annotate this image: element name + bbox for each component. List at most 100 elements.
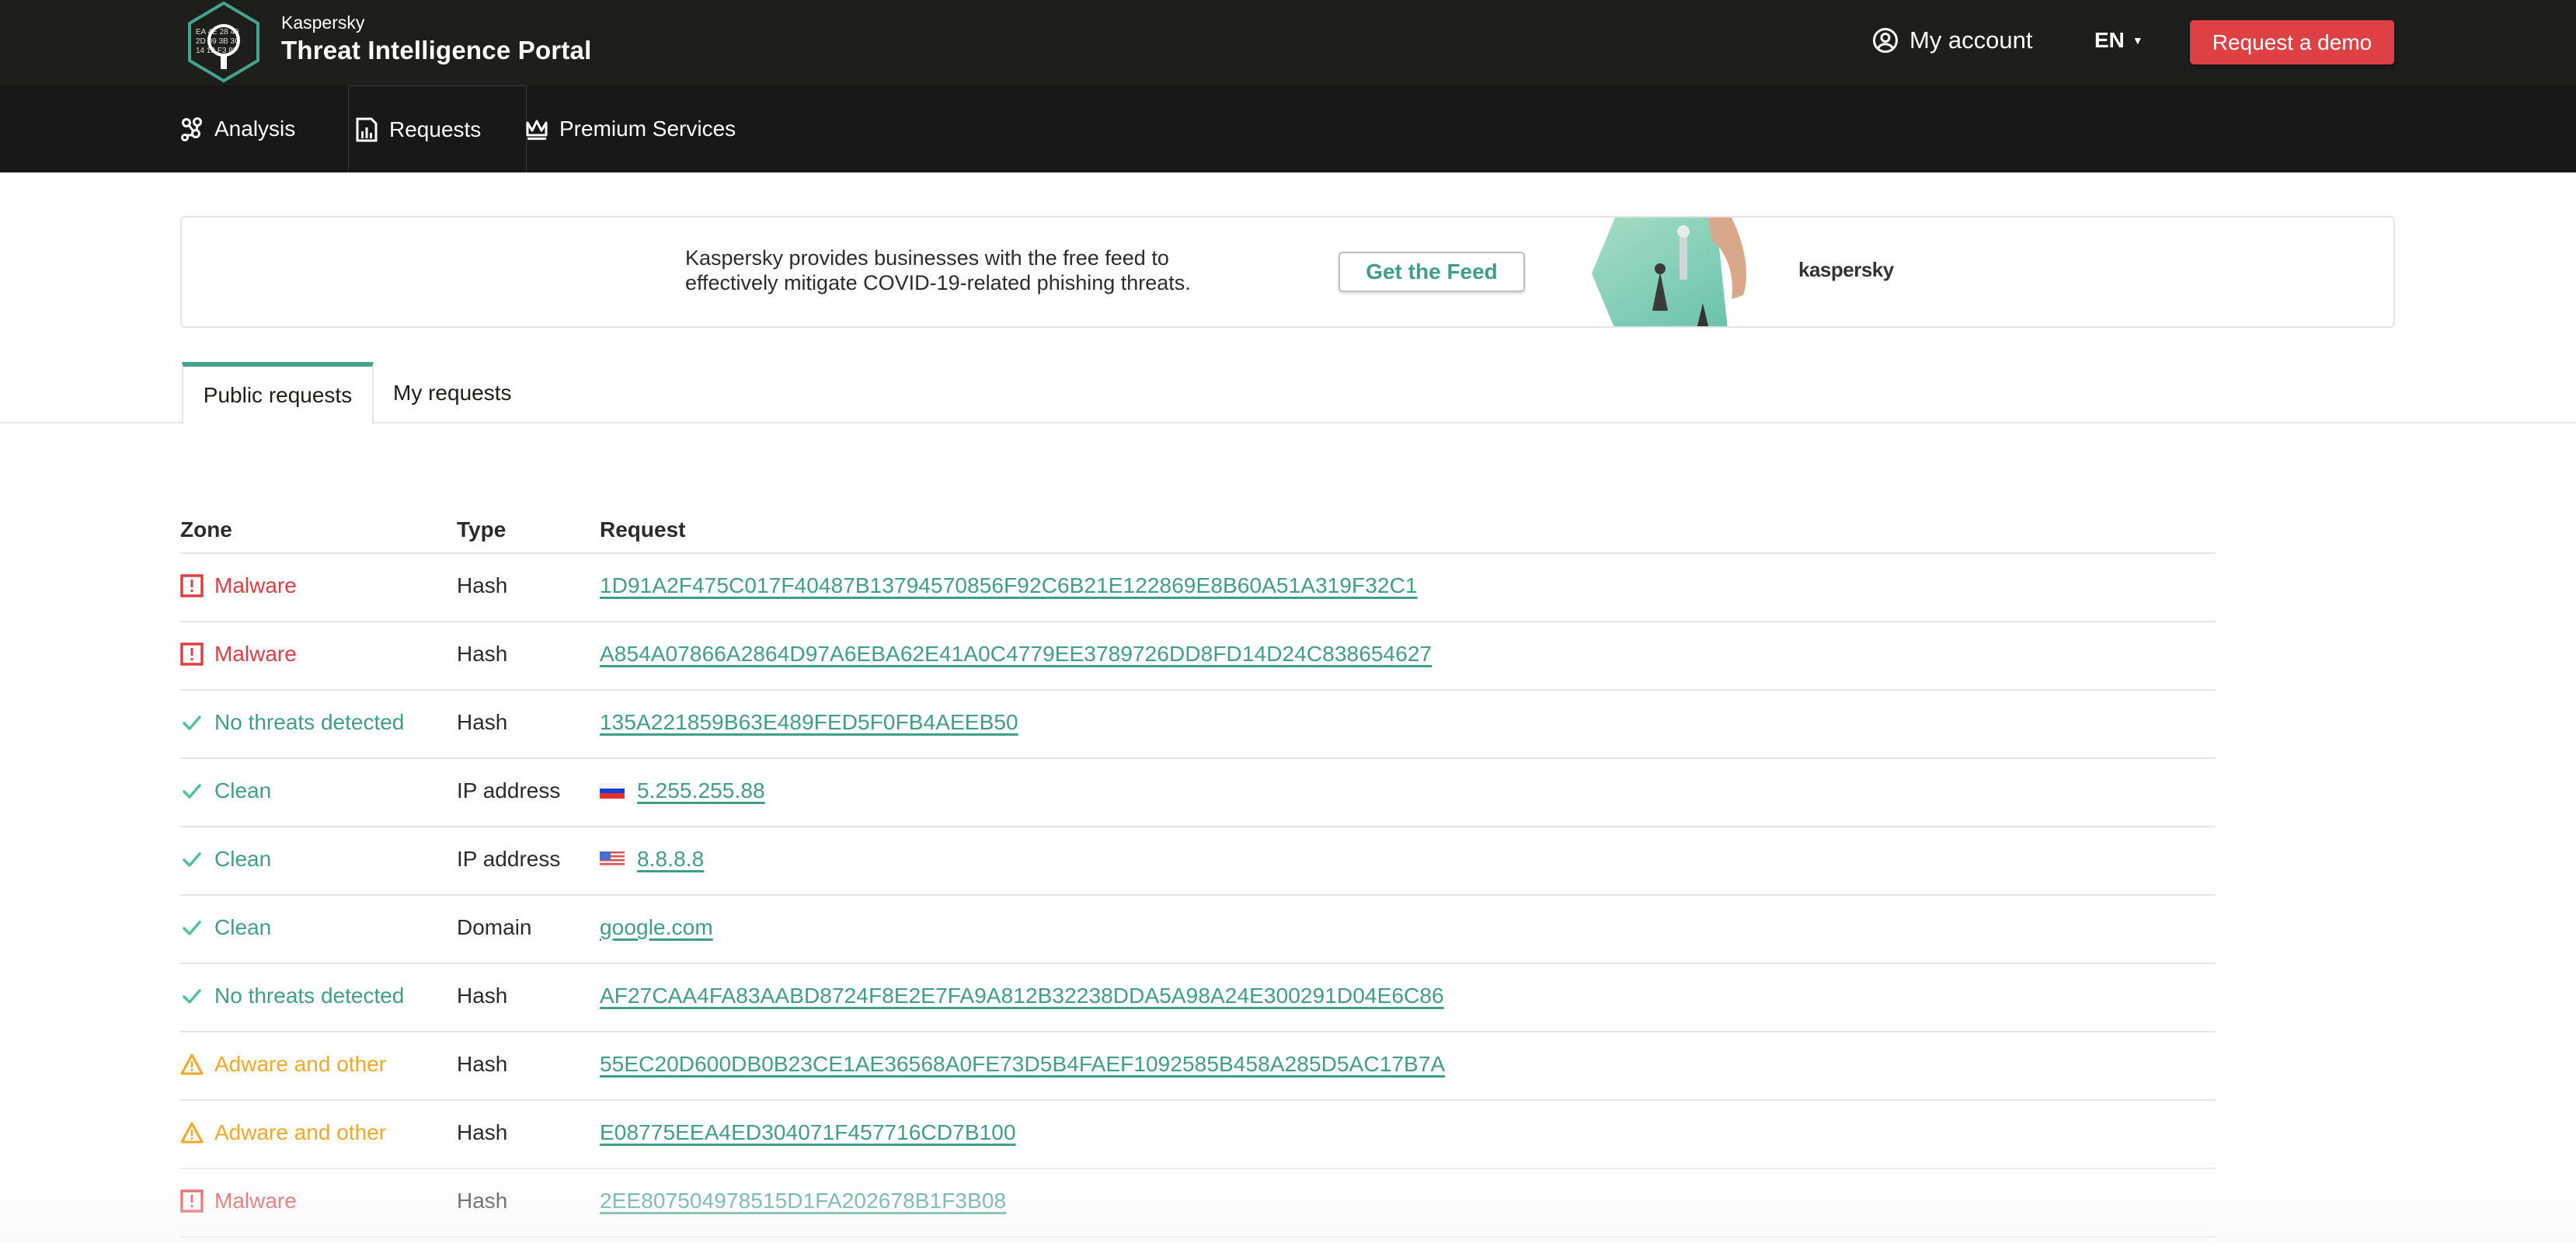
zone-label: Malware xyxy=(214,642,297,666)
zone-cell: No threats detected xyxy=(180,710,457,735)
main-nav: Analysis Requests Premium Services xyxy=(0,85,2576,172)
type-cell: Hash xyxy=(457,642,508,666)
request-cell: 5.255.255.88 xyxy=(600,778,765,803)
column-header-zone[interactable]: Zone xyxy=(180,517,457,542)
check-icon xyxy=(180,916,204,939)
zone-cell: Malware xyxy=(180,1189,457,1213)
type-cell: Hash xyxy=(457,573,508,597)
check-icon xyxy=(180,711,204,734)
nav-label: Premium Services xyxy=(559,117,736,141)
request-link[interactable]: 1D91A2F475C017F40487B13794570856F92C6B21… xyxy=(600,573,1418,598)
table-row: Clean IP address 5.255.255.88 xyxy=(180,759,2216,827)
zone-cell: Clean xyxy=(180,847,457,872)
check-icon xyxy=(180,984,204,1008)
type-cell: Hash xyxy=(457,710,508,734)
covid-feed-banner[interactable]: Kaspersky provides businesses with the f… xyxy=(180,216,2395,328)
zone-cell: Malware xyxy=(180,573,457,598)
nav-item-requests[interactable]: Requests xyxy=(348,85,527,172)
zone-label: Malware xyxy=(214,1189,297,1213)
get-the-feed-button[interactable]: Get the Feed xyxy=(1338,252,1525,292)
nav-label: Analysis xyxy=(214,117,296,141)
zone-label: Clean xyxy=(214,915,272,939)
nav-item-premium-services[interactable]: Premium Services xyxy=(525,85,736,172)
request-cell: 55EC20D600DB0B23CE1AE36568A0FE73D5B4FAEF… xyxy=(600,1052,1445,1077)
type-cell: Hash xyxy=(457,984,508,1008)
request-cell: 8.8.8.8 xyxy=(600,847,704,872)
type-cell: IP address xyxy=(457,778,561,803)
requests-table: Zone Type Request Malware Hash 1D91A2F47… xyxy=(180,497,2216,1238)
chess-promo-image xyxy=(1592,218,1778,326)
table-row: Malware Hash 1D91A2F475C017F40487B137945… xyxy=(180,554,2216,622)
request-link[interactable]: 135A221859B63E489FED5F0FB4AEEB50 xyxy=(600,710,1018,735)
language-code: EN xyxy=(2094,28,2125,52)
request-link[interactable]: google.com xyxy=(600,915,713,940)
nav-item-analysis[interactable]: Analysis xyxy=(180,85,295,172)
table-body: Malware Hash 1D91A2F475C017F40487B137945… xyxy=(180,554,2216,1238)
request-link[interactable]: AF27CAA4FA83AABD8724F8E2E7FA9A812B32238D… xyxy=(600,984,1444,1008)
zone-cell: Malware xyxy=(180,642,457,667)
svg-text:2D 09 3B 3C: 2D 09 3B 3C xyxy=(196,37,240,46)
table-header: Zone Type Request xyxy=(180,497,2216,554)
tab-public-requests[interactable]: Public requests xyxy=(182,362,374,424)
request-demo-button[interactable]: Request a demo xyxy=(2190,20,2394,64)
request-cell: AF27CAA4FA83AABD8724F8E2E7FA9A812B32238D… xyxy=(600,984,1444,1008)
warning-triangle-icon xyxy=(180,1053,204,1076)
banner-text-line: effectively mitigate COVID-19-related ph… xyxy=(685,271,1191,294)
warning-triangle-icon xyxy=(180,1121,204,1144)
check-icon xyxy=(180,848,204,871)
request-cell: A854A07866A2864D97A6EBA62E41A0C4779EE378… xyxy=(600,642,1432,667)
banner-text-line: Kaspersky provides businesses with the f… xyxy=(685,246,1169,270)
zone-cell: No threats detected xyxy=(180,984,457,1008)
kaspersky-wordmark: kaspersky xyxy=(1798,258,1894,281)
table-row: Clean Domain google.com xyxy=(180,896,2216,964)
user-circle-icon xyxy=(1873,28,1898,53)
request-cell: 135A221859B63E489FED5F0FB4AEEB50 xyxy=(600,710,1018,735)
request-link[interactable]: E08775EEA4ED304071F457716CD7B100 xyxy=(600,1120,1016,1145)
zone-cell: Clean xyxy=(180,778,457,803)
zone-cell: Adware and other xyxy=(180,1052,457,1077)
table-row: Malware Hash 2EE807504978515D1FA202678B1… xyxy=(180,1169,2216,1238)
malware-alert-icon xyxy=(180,574,204,597)
type-cell: Domain xyxy=(457,915,532,939)
zone-label: Malware xyxy=(214,573,297,597)
requests-chart-icon xyxy=(356,117,378,141)
my-account-label: My account xyxy=(1909,26,2033,54)
analysis-graph-icon xyxy=(181,117,202,141)
request-link[interactable]: 5.255.255.88 xyxy=(637,778,765,803)
zone-cell: Adware and other xyxy=(180,1120,457,1145)
brand-portal-title[interactable]: Threat Intelligence Portal xyxy=(281,36,591,65)
request-cell: 1D91A2F475C017F40487B13794570856F92C6B21… xyxy=(600,573,1418,598)
zone-label: Adware and other xyxy=(214,1120,387,1144)
table-row: Malware Hash A854A07866A2864D97A6EBA62E4… xyxy=(180,622,2216,691)
request-cell: google.com xyxy=(600,915,713,940)
type-cell: Hash xyxy=(457,1189,508,1213)
caret-down-icon: ▼ xyxy=(2132,34,2143,47)
zone-label: Clean xyxy=(214,778,272,803)
my-account-link[interactable]: My account xyxy=(1872,23,2033,57)
tab-my-requests[interactable]: My requests xyxy=(393,362,512,423)
table-row: Clean IP address 8.8.8.8 xyxy=(180,827,2216,896)
malware-alert-icon xyxy=(180,642,204,666)
crown-icon xyxy=(526,120,548,140)
type-cell: IP address xyxy=(457,847,561,871)
flag-russia-icon xyxy=(600,783,625,799)
zone-label: No threats detected xyxy=(214,710,405,734)
request-cell: 2EE807504978515D1FA202678B1F3B08 xyxy=(600,1189,1006,1213)
request-link[interactable]: 2EE807504978515D1FA202678B1F3B08 xyxy=(600,1189,1006,1213)
request-link[interactable]: 55EC20D600DB0B23CE1AE36568A0FE73D5B4FAEF… xyxy=(600,1052,1445,1077)
table-row: Adware and other Hash 55EC20D600DB0B23CE… xyxy=(180,1032,2216,1101)
type-cell: Hash xyxy=(457,1120,508,1144)
zone-label: Clean xyxy=(214,847,272,871)
request-link[interactable]: 8.8.8.8 xyxy=(637,847,704,872)
nav-label: Requests xyxy=(389,117,482,141)
request-link[interactable]: A854A07866A2864D97A6EBA62E41A0C4779EE378… xyxy=(600,642,1432,667)
table-row: Adware and other Hash E08775EEA4ED304071… xyxy=(180,1101,2216,1169)
tabs-divider xyxy=(0,422,2576,423)
column-header-request[interactable]: Request xyxy=(600,517,685,542)
table-row: No threats detected Hash 135A221859B63E4… xyxy=(180,691,2216,759)
request-cell: E08775EEA4ED304071F457716CD7B100 xyxy=(600,1120,1016,1145)
column-header-type[interactable]: Type xyxy=(457,517,600,542)
kaspersky-tip-logo-icon[interactable]: EA 4E 28 49 2D 09 3B 3C 14 13 F3 8F xyxy=(183,0,264,84)
language-selector[interactable]: EN ▼ xyxy=(2094,23,2143,57)
brand-company: Kaspersky xyxy=(281,12,365,33)
